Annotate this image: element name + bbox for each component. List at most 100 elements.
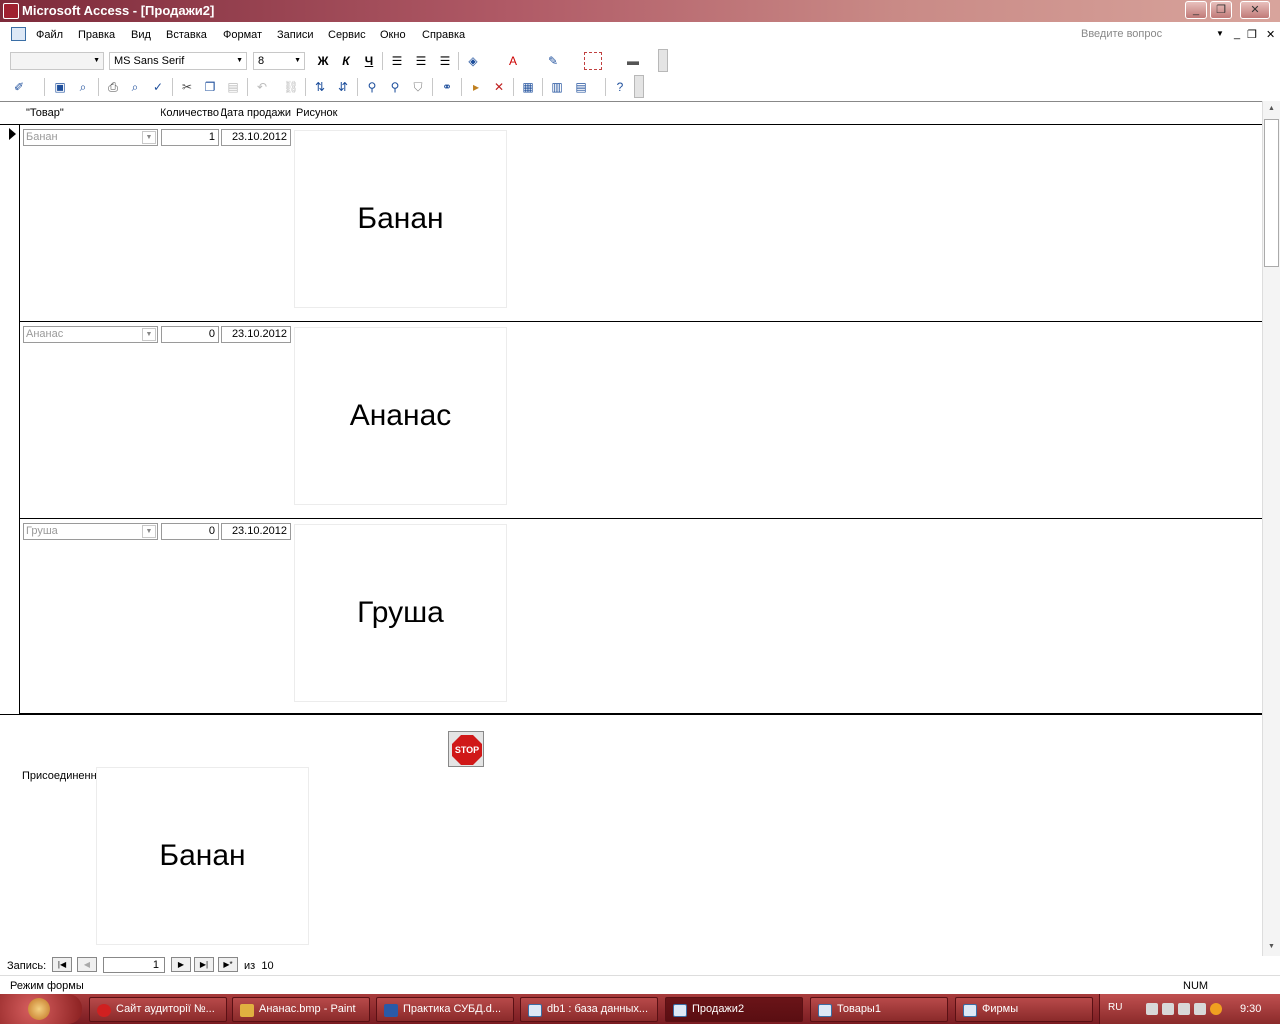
tray-icon[interactable] [1178,1003,1190,1015]
product-picture[interactable]: Груша [294,524,507,702]
filter-by-form-icon[interactable]: ⚲ [386,78,404,96]
border-style-icon[interactable] [584,52,602,70]
italic-button[interactable]: К [337,52,355,70]
align-left-icon[interactable]: ☰ [388,52,406,70]
menu-format[interactable]: Формат [223,29,262,41]
cut-icon[interactable]: ✂ [178,78,196,96]
product-picture[interactable]: Ананас [294,327,507,505]
scroll-down-icon[interactable]: ▼ [1268,943,1275,950]
scroll-thumb[interactable] [1264,119,1279,267]
status-mode-text: Режим формы [10,980,84,992]
database-window-icon[interactable]: ▥ [548,78,566,96]
access-app-icon[interactable] [3,3,19,19]
paste-icon[interactable]: ▤ [224,78,242,96]
align-right-icon[interactable]: ☰ [436,52,454,70]
sort-descending-icon[interactable]: ⇵ [334,78,352,96]
quantity-field[interactable]: 0 [161,326,219,343]
document-icon[interactable] [11,27,26,41]
stop-button[interactable]: STOP [448,731,484,767]
menu-insert[interactable]: Вставка [166,29,207,41]
menu-records[interactable]: Записи [277,29,314,41]
new-record-icon[interactable]: ▸ [467,78,485,96]
previous-record-button[interactable]: ◀ [77,957,97,972]
view-icon[interactable]: ✐ [10,78,28,96]
formatting-toolbar: ▼ MS Sans Serif ▼ 8 ▼ Ж К Ч ☰ ☰ ☰ ◈ A ✎ ▬ [0,48,670,73]
save-icon[interactable]: ▣ [51,78,69,96]
ask-dropdown-icon[interactable]: ▼ [1216,29,1224,38]
ask-question-input[interactable]: Введите вопрос [1078,28,1228,44]
fill-color-icon[interactable]: ◈ [464,52,482,70]
menu-file[interactable]: Файл [36,29,63,41]
taskbar-item-db1[interactable]: db1 : база данных... [520,997,658,1022]
menu-edit[interactable]: Правка [78,29,115,41]
find-icon[interactable]: ⚭ [438,78,456,96]
maximize-button[interactable]: ❐ [1210,1,1232,19]
taskbar-item-sales2[interactable]: Продажи2 [665,997,803,1022]
font-size-combo[interactable]: 8 ▼ [253,52,305,70]
first-record-button[interactable]: |◀ [52,957,72,972]
taskbar-item-paint[interactable]: Ананас.bmp - Paint [232,997,370,1022]
tray-icon[interactable] [1210,1003,1222,1015]
underline-button[interactable]: Ч [360,52,378,70]
product-combo[interactable]: Банан ▼ [23,129,158,146]
next-record-button[interactable]: ▶ [171,957,191,972]
tray-icon[interactable] [1194,1003,1206,1015]
new-record-button[interactable]: ▶* [218,957,238,972]
toolbar2-options-handle[interactable] [634,75,644,98]
font-color-icon[interactable]: A [504,52,522,70]
insert-hyperlink-icon[interactable]: ⛓ [282,78,300,96]
date-field[interactable]: 23.10.2012 [221,129,291,146]
language-indicator[interactable]: RU [1108,1002,1122,1013]
start-button[interactable] [0,994,82,1024]
vertical-scrollbar[interactable]: ▲ ▼ [1262,101,1280,956]
toolbar-options-handle[interactable] [658,49,668,72]
attached-object-picture[interactable]: Банан [96,767,309,945]
product-combo[interactable]: Ананас ▼ [23,326,158,343]
quantity-field[interactable]: 0 [161,523,219,540]
taskbar-item-firms[interactable]: Фирмы [955,997,1093,1022]
filter-by-selection-icon[interactable]: ⚲ [363,78,381,96]
clock[interactable]: 9:30 [1240,1003,1261,1015]
align-center-icon[interactable]: ☰ [412,52,430,70]
menu-view[interactable]: Вид [131,29,151,41]
taskbar-item-goods1[interactable]: Товары1 [810,997,948,1022]
menu-window[interactable]: Окно [380,29,406,41]
menu-help[interactable]: Справка [422,29,465,41]
line-width-icon[interactable]: ▬ [624,52,642,70]
undo-icon[interactable]: ↶ [253,78,271,96]
delete-record-icon[interactable]: ✕ [490,78,508,96]
copy-icon[interactable]: ❐ [201,78,219,96]
apply-filter-icon[interactable]: ⛉ [409,78,427,96]
windows-taskbar: Сайт аудиторії №... Ананас.bmp - Paint П… [0,994,1280,1024]
font-name-combo[interactable]: MS Sans Serif ▼ [109,52,247,70]
bold-button[interactable]: Ж [314,52,332,70]
product-picture[interactable]: Банан [294,130,507,308]
doc-minimize-button[interactable]: _ [1234,28,1240,40]
scroll-up-icon[interactable]: ▲ [1268,105,1275,112]
print-preview-icon[interactable]: ⌕ [126,78,144,96]
minimize-button[interactable]: _ [1185,1,1207,19]
date-field[interactable]: 23.10.2012 [221,326,291,343]
properties-icon[interactable]: ▦ [519,78,537,96]
help-icon[interactable]: ? [611,78,629,96]
quantity-field[interactable]: 1 [161,129,219,146]
spelling-icon[interactable]: ✓ [149,78,167,96]
close-button[interactable]: ✕ [1240,1,1270,19]
sort-ascending-icon[interactable]: ⇅ [311,78,329,96]
doc-restore-button[interactable]: ❐ [1247,28,1257,41]
date-field[interactable]: 23.10.2012 [221,523,291,540]
record-number-input[interactable]: 1 [103,957,165,973]
last-record-button[interactable]: ▶| [194,957,214,972]
new-object-icon[interactable]: ▤ [572,78,590,96]
taskbar-item-word[interactable]: Практика СУБД.d... [376,997,514,1022]
menu-tools[interactable]: Сервис [328,29,366,41]
search-file-icon[interactable]: ⌕ [74,78,92,96]
line-color-icon[interactable]: ✎ [544,52,562,70]
product-combo[interactable]: Груша ▼ [23,523,158,540]
tray-icon[interactable] [1162,1003,1174,1015]
network-icon[interactable] [1146,1003,1158,1015]
print-icon[interactable]: ⎙ [104,78,122,96]
doc-close-button[interactable]: ✕ [1266,28,1275,41]
object-combo[interactable]: ▼ [10,52,104,70]
taskbar-item-opera[interactable]: Сайт аудиторії №... [89,997,227,1022]
